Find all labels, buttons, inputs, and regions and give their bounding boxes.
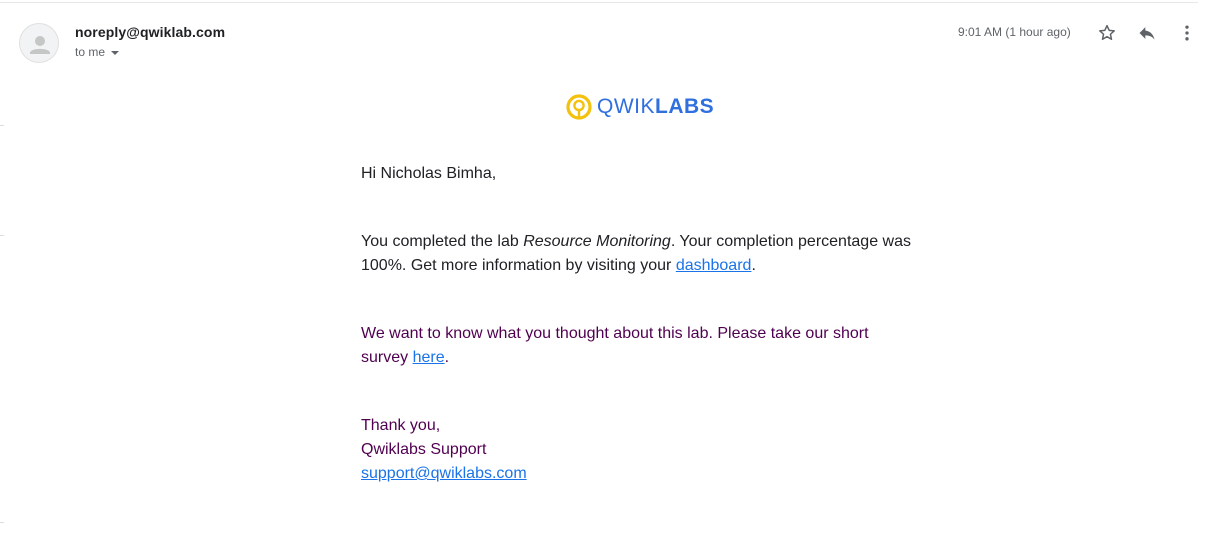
logo-text-bold: LABS [655, 95, 715, 118]
completion-line-2: 100%. Get more information by visiting y… [361, 254, 921, 278]
more-vert-icon [1185, 25, 1189, 41]
survey-prefix: survey [361, 349, 413, 366]
greeting: Hi Nicholas Bimha, [361, 165, 497, 182]
survey-paragraph: We want to know what you thought about t… [361, 322, 921, 370]
recipient-details-toggle[interactable]: to me [75, 45, 120, 59]
survey-period: . [444, 349, 450, 366]
edge-marker [0, 125, 4, 126]
completion-prefix: You completed the lab [361, 233, 524, 250]
survey-link[interactable]: here [413, 349, 445, 366]
completion-mid: . Your completion percentage was [670, 233, 911, 250]
completion-line-2-text: 100%. Get more information by visiting y… [361, 257, 676, 274]
more-options-button[interactable] [1175, 21, 1199, 45]
greeting-text: Hi Nicholas Bimha, [361, 162, 921, 186]
lab-name: Resource Monitoring [523, 233, 671, 250]
message-timestamp: 9:01 AM (1 hour ago) [958, 25, 1071, 39]
completion-period: . [751, 257, 756, 274]
person-icon [30, 36, 50, 54]
star-button[interactable] [1095, 21, 1119, 45]
qwiklabs-logo: QWIKLABS [565, 93, 714, 121]
survey-line-1: We want to know what you thought about t… [361, 325, 869, 342]
logo-text-light: QWIK [597, 95, 655, 118]
edge-marker [0, 235, 4, 236]
signoff-block: Thank you, Qwiklabs Support support@qwik… [361, 414, 921, 486]
sender-email[interactable]: noreply@qwiklab.com [75, 24, 225, 40]
logo-wordmark: QWIKLABS [597, 94, 714, 120]
chevron-down-icon [111, 50, 120, 55]
completion-line-1: You completed the lab Resource Monitorin… [361, 230, 921, 254]
survey-line-2: survey here. [361, 346, 921, 370]
support-email-line: support@qwiklabs.com [361, 462, 921, 486]
qwiklabs-logo-icon [566, 94, 592, 120]
sender-avatar[interactable] [19, 23, 59, 63]
edge-marker [0, 522, 4, 523]
reply-button[interactable] [1135, 21, 1159, 45]
dashboard-link[interactable]: dashboard [676, 257, 752, 274]
recipient-label: to me [75, 45, 106, 59]
support-email-link[interactable]: support@qwiklabs.com [361, 465, 527, 482]
reply-icon [1139, 27, 1155, 40]
signature-text: Qwiklabs Support [361, 441, 487, 458]
completion-paragraph: You completed the lab Resource Monitorin… [361, 230, 921, 278]
star-icon [1099, 24, 1115, 40]
header-divider [0, 2, 1198, 3]
thanks-text: Thank you, [361, 417, 441, 434]
